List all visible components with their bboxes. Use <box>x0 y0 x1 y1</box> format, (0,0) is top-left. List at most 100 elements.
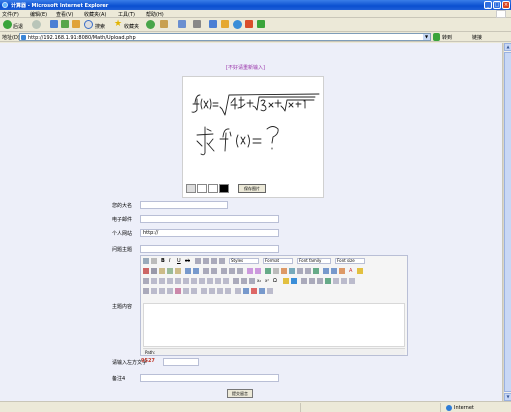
minimize-button[interactable]: _ <box>484 1 492 9</box>
menu-view[interactable]: 查看(V) <box>56 11 73 18</box>
pagebreak-icon[interactable] <box>209 288 215 294</box>
outdent-icon[interactable] <box>221 268 227 274</box>
favorites-label[interactable]: 收藏夹 <box>124 23 139 30</box>
underline-icon[interactable]: U <box>177 258 183 264</box>
subscript-icon[interactable]: x₂ <box>257 278 263 284</box>
bullet-list-icon[interactable] <box>203 268 209 274</box>
insert-layer-icon[interactable] <box>325 278 331 284</box>
scroll-up-icon[interactable]: ▲ <box>504 43 511 51</box>
menu-favorites[interactable]: 收藏夹(A) <box>84 11 106 18</box>
menu-help[interactable]: 帮助(H) <box>146 11 164 18</box>
redo-icon[interactable] <box>255 268 261 274</box>
merge-cells-icon[interactable] <box>223 278 229 284</box>
nonbreaking-icon[interactable] <box>201 288 207 294</box>
attribs-icon[interactable] <box>191 288 197 294</box>
ltr-icon[interactable] <box>309 278 315 284</box>
messenger-icon[interactable] <box>233 20 242 29</box>
history-icon[interactable] <box>160 20 168 28</box>
move-forward-icon[interactable] <box>333 278 339 284</box>
drawing-canvas[interactable] <box>182 76 324 198</box>
blockquote-icon[interactable] <box>237 268 243 274</box>
pen-icon[interactable] <box>186 184 196 193</box>
scroll-down-icon[interactable]: ▼ <box>504 393 511 401</box>
replace-icon[interactable] <box>193 268 199 274</box>
address-input[interactable]: http://192.168.1.91:8080/Math/Upload.php… <box>19 33 431 41</box>
abbr-icon[interactable] <box>159 288 165 294</box>
acronym-icon[interactable] <box>167 288 173 294</box>
eraser-icon[interactable] <box>197 184 207 193</box>
home-icon[interactable] <box>72 20 80 28</box>
styles-select[interactable]: Styles <box>229 258 259 264</box>
stop-icon[interactable] <box>50 20 58 28</box>
address-url[interactable]: http://192.168.1.91:8080/Math/Upload.php <box>28 35 136 41</box>
image-icon[interactable] <box>289 268 295 274</box>
paste-word-icon[interactable] <box>175 268 181 274</box>
maximize-button[interactable]: □ <box>493 1 501 9</box>
captcha-input[interactable] <box>163 358 199 366</box>
name-input[interactable] <box>140 201 228 209</box>
unlink-icon[interactable] <box>273 268 279 274</box>
links-button[interactable]: 链接 <box>472 34 482 41</box>
favorites-star-icon[interactable]: ★ <box>114 20 123 29</box>
submit-button[interactable]: 提交留言 <box>227 389 253 398</box>
help-icon[interactable] <box>305 268 311 274</box>
address-dropdown-icon[interactable]: ▼ <box>423 34 430 40</box>
clear-icon[interactable] <box>208 184 218 193</box>
copy-icon[interactable] <box>151 268 157 274</box>
align-left-icon[interactable] <box>195 258 201 264</box>
redraw-link[interactable]: [不好请重新输入] <box>226 64 265 71</box>
anchor-icon[interactable] <box>281 268 287 274</box>
research-icon[interactable] <box>245 20 253 28</box>
menu-edit[interactable]: 编辑(E) <box>30 11 47 18</box>
new-doc-icon[interactable] <box>151 258 157 264</box>
blockquote-2-icon[interactable] <box>225 288 231 294</box>
bold-icon[interactable]: B <box>161 258 167 264</box>
table-icon[interactable] <box>143 278 149 284</box>
close-button[interactable]: × <box>502 1 510 9</box>
template-icon[interactable] <box>217 288 223 294</box>
email-input[interactable] <box>140 215 279 223</box>
visual-aid-icon[interactable] <box>249 278 255 284</box>
print-icon[interactable] <box>193 20 201 28</box>
search-label[interactable]: 搜索 <box>95 23 105 30</box>
media-icon[interactable] <box>146 20 155 29</box>
search-editor-icon[interactable] <box>259 288 265 294</box>
row-before-icon[interactable] <box>167 278 173 284</box>
align-justify-icon[interactable] <box>219 258 225 264</box>
emotions-icon[interactable] <box>283 278 289 284</box>
print-editor-icon[interactable] <box>251 288 257 294</box>
discuss-icon[interactable] <box>221 20 229 28</box>
scroll-thumb[interactable] <box>504 52 511 392</box>
go-arrow-icon[interactable] <box>433 33 440 41</box>
media-icon-editor[interactable] <box>291 278 297 284</box>
spellcheck-icon[interactable] <box>243 288 249 294</box>
mail-icon[interactable] <box>178 20 186 28</box>
absolute-icon[interactable] <box>349 278 355 284</box>
move-backward-icon[interactable] <box>341 278 347 284</box>
menu-file[interactable]: 文件(F) <box>2 11 19 18</box>
row-after-icon[interactable] <box>175 278 181 284</box>
remark-input[interactable] <box>140 374 279 382</box>
delete-row-icon[interactable] <box>183 278 189 284</box>
cite-icon[interactable] <box>151 288 157 294</box>
align-center-icon[interactable] <box>203 258 209 264</box>
docprops-icon[interactable] <box>267 288 273 294</box>
code-icon[interactable] <box>313 268 319 274</box>
number-list-icon[interactable] <box>211 268 217 274</box>
backcolor-icon[interactable] <box>357 268 363 274</box>
col-after-icon[interactable] <box>199 278 205 284</box>
go-button[interactable]: 转到 <box>442 34 452 41</box>
delete-col-icon[interactable] <box>207 278 213 284</box>
preview-icon[interactable] <box>339 268 345 274</box>
row-props-icon[interactable] <box>151 278 157 284</box>
italic-icon[interactable]: I <box>169 258 175 264</box>
indent-icon[interactable] <box>229 268 235 274</box>
cleanup-icon[interactable] <box>297 268 303 274</box>
superscript-icon[interactable]: x² <box>265 278 271 284</box>
link-icon[interactable] <box>265 268 271 274</box>
vertical-scrollbar[interactable]: ▲ ▼ <box>503 43 511 401</box>
hr-icon[interactable] <box>233 278 239 284</box>
edit-icon[interactable] <box>209 20 217 28</box>
subject-input[interactable] <box>140 245 279 253</box>
back-icon[interactable] <box>3 20 12 29</box>
